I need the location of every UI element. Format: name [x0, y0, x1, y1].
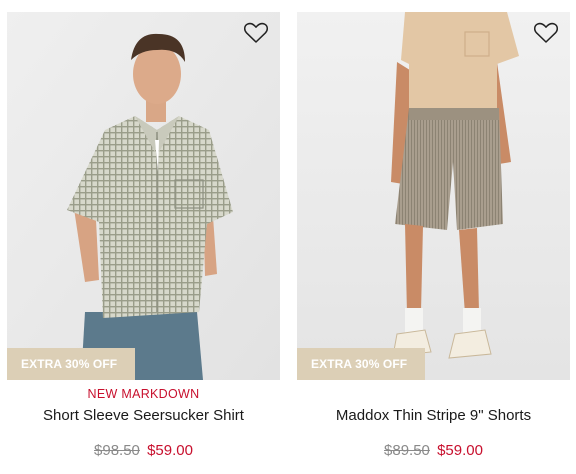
- sale-price: $59.00: [437, 442, 483, 459]
- product-photo-shirt: [7, 12, 280, 380]
- wishlist-button[interactable]: [243, 21, 271, 47]
- promo-badge: EXTRA 30% OFF: [7, 348, 136, 380]
- product-card-shorts[interactable]: EXTRA 30% OFF Maddox Thin Stripe 9" Shor…: [297, 12, 570, 472]
- sale-price: $59.00: [147, 442, 193, 459]
- promo-badge: EXTRA 30% OFF: [297, 348, 426, 380]
- heart-outline-icon: [244, 22, 268, 43]
- wishlist-button[interactable]: [533, 21, 561, 47]
- price-block: $98.50 $59.00: [7, 442, 280, 459]
- original-price: $98.50: [94, 442, 140, 459]
- product-photo-shorts: [297, 12, 570, 380]
- product-image[interactable]: EXTRA 30% OFF: [297, 12, 570, 380]
- product-name[interactable]: Maddox Thin Stripe 9" Shorts: [297, 407, 570, 424]
- product-image[interactable]: EXTRA 30% OFF: [7, 12, 280, 380]
- original-price: $89.50: [384, 442, 430, 459]
- markdown-flag: NEW MARKDOWN: [87, 387, 200, 401]
- product-card-shirt[interactable]: EXTRA 30% OFF NEW MARKDOWN Short Sleeve …: [7, 12, 280, 472]
- product-name[interactable]: Short Sleeve Seersucker Shirt: [7, 407, 280, 424]
- price-block: $89.50 $59.00: [297, 442, 570, 459]
- heart-outline-icon: [534, 22, 558, 43]
